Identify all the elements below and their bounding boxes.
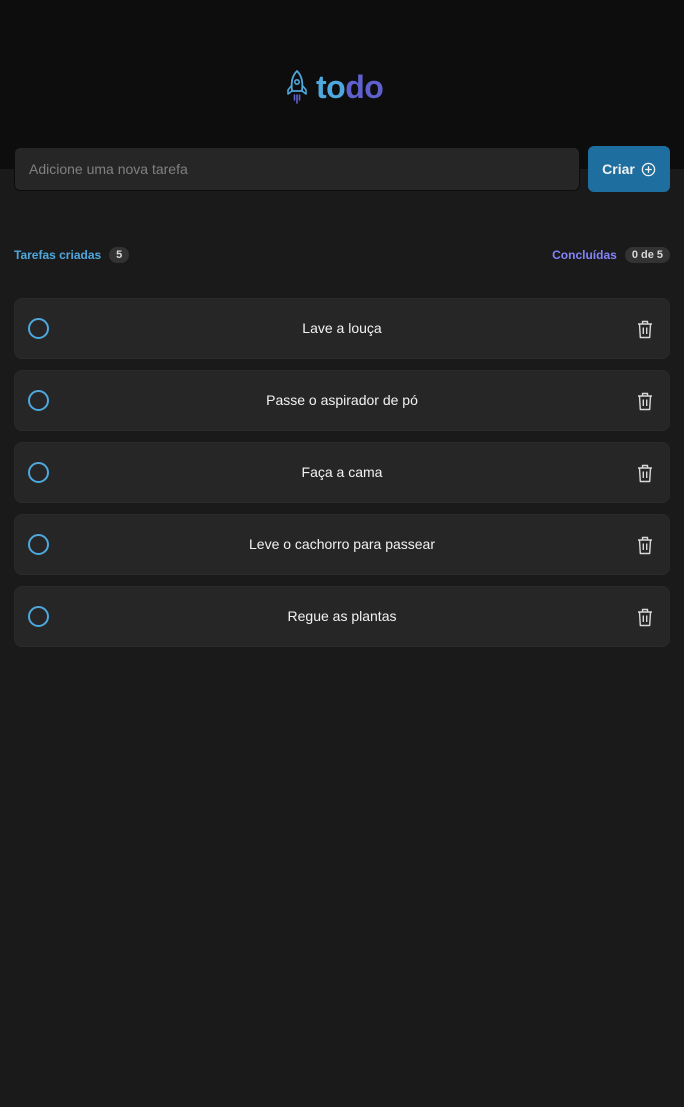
task-text: Passe o aspirador de pó	[266, 392, 418, 408]
task-text: Faça a cama	[301, 464, 383, 480]
task-text: Regue as plantas	[287, 608, 397, 624]
task-summary: Tarefas criadas 5 Concluídas 0 de 5	[14, 244, 670, 266]
task-item: Faça a cama	[14, 442, 670, 503]
task-item: Lave a louça	[14, 298, 670, 359]
logo-text-part2: do	[345, 69, 384, 105]
plus-circle-icon	[641, 162, 656, 177]
task-text: Lave a louça	[302, 320, 382, 336]
task-text: Leve o cachorro para passear	[249, 536, 435, 552]
task-checkbox[interactable]	[28, 534, 49, 555]
create-button-label: Criar	[602, 161, 635, 177]
header: todo	[0, 0, 684, 169]
trash-icon[interactable]	[635, 462, 655, 484]
new-task-input[interactable]	[14, 147, 580, 191]
logo: todo	[286, 68, 384, 106]
trash-icon[interactable]	[635, 390, 655, 412]
todo-app: todo Criar Tarefas criadas 5 Concluídas …	[0, 0, 684, 1107]
logo-text: todo	[316, 69, 384, 105]
new-task-form: Criar	[14, 146, 670, 192]
task-item: Passe o aspirador de pó	[14, 370, 670, 431]
task-item: Leve o cachorro para passear	[14, 514, 670, 575]
created-label: Tarefas criadas	[14, 248, 102, 262]
task-checkbox[interactable]	[28, 462, 49, 483]
created-count-badge: 5	[109, 247, 130, 263]
rocket-icon	[286, 69, 308, 105]
done-summary: Concluídas 0 de 5	[552, 247, 670, 263]
task-checkbox[interactable]	[28, 606, 49, 627]
task-checkbox[interactable]	[28, 390, 49, 411]
trash-icon[interactable]	[635, 534, 655, 556]
trash-icon[interactable]	[635, 606, 655, 628]
task-list: Lave a louça Passe o aspirador de pó Faç…	[14, 298, 670, 658]
task-checkbox[interactable]	[28, 318, 49, 339]
created-summary: Tarefas criadas 5	[14, 247, 130, 263]
create-task-button[interactable]: Criar	[588, 146, 670, 192]
trash-icon[interactable]	[635, 318, 655, 340]
logo-text-part1: to	[316, 69, 346, 105]
task-item: Regue as plantas	[14, 586, 670, 647]
done-label: Concluídas	[552, 248, 617, 262]
done-count-badge: 0 de 5	[624, 247, 670, 263]
